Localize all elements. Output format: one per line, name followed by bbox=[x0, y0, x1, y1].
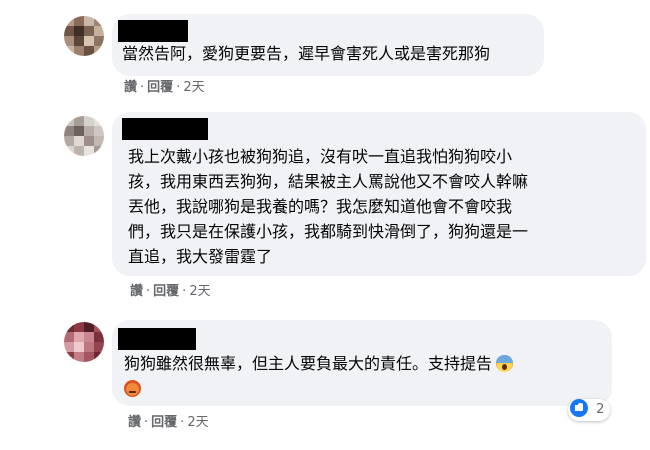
timestamp[interactable]: 2天 bbox=[189, 284, 210, 299]
comment-actions: 讚 · 回覆 · 2天 bbox=[124, 80, 205, 95]
comment-actions: 讚 · 回覆 · 2天 bbox=[130, 284, 211, 299]
comment-bubble: 當然告阿，愛狗更要告，遲早會害死人或是害死那狗 bbox=[112, 14, 544, 76]
comment-text: 當然告阿，愛狗更要告，遲早會害死人或是害死那狗 bbox=[122, 44, 491, 63]
avatar[interactable] bbox=[64, 322, 104, 362]
reaction-count-number: 2 bbox=[596, 402, 605, 417]
reply-link[interactable]: 回覆 bbox=[153, 284, 179, 299]
angry-face-icon bbox=[124, 380, 141, 397]
reaction-count[interactable]: 2 bbox=[568, 399, 611, 421]
avatar[interactable] bbox=[64, 16, 104, 56]
redacted-author-name bbox=[122, 118, 208, 140]
redacted-author-name bbox=[118, 20, 188, 42]
comment-text: 狗狗雖然很無辜，但主人要負最大的責任。支持提告 bbox=[124, 351, 514, 401]
comment-bubble: 狗狗雖然很無辜，但主人要負最大的責任。支持提告 bbox=[112, 320, 612, 406]
comment-bubble: 我上次戴小孩也被狗狗追，沒有吠一直追我怕狗狗咬小 孩，我用東西丟狗狗，結果被主人… bbox=[112, 112, 646, 276]
timestamp[interactable]: 2天 bbox=[183, 80, 204, 95]
like-link[interactable]: 讚 bbox=[128, 415, 141, 430]
reply-link[interactable]: 回覆 bbox=[151, 415, 177, 430]
reply-link[interactable]: 回覆 bbox=[147, 80, 173, 95]
comment-text: 我上次戴小孩也被狗狗追，沒有吠一直追我怕狗狗咬小 孩，我用東西丟狗狗，結果被主人… bbox=[128, 147, 529, 266]
timestamp[interactable]: 2天 bbox=[187, 415, 208, 430]
face-screaming-in-fear-icon bbox=[496, 355, 514, 372]
like-icon bbox=[570, 399, 588, 417]
avatar[interactable] bbox=[64, 116, 104, 156]
like-link[interactable]: 讚 bbox=[124, 80, 137, 95]
redacted-author-name bbox=[118, 328, 196, 350]
comment-actions: 讚 · 回覆 · 2天 bbox=[128, 415, 209, 430]
like-link[interactable]: 讚 bbox=[130, 284, 143, 299]
comment-text-content: 狗狗雖然很無辜，但主人要負最大的責任。支持提告 bbox=[124, 354, 493, 373]
